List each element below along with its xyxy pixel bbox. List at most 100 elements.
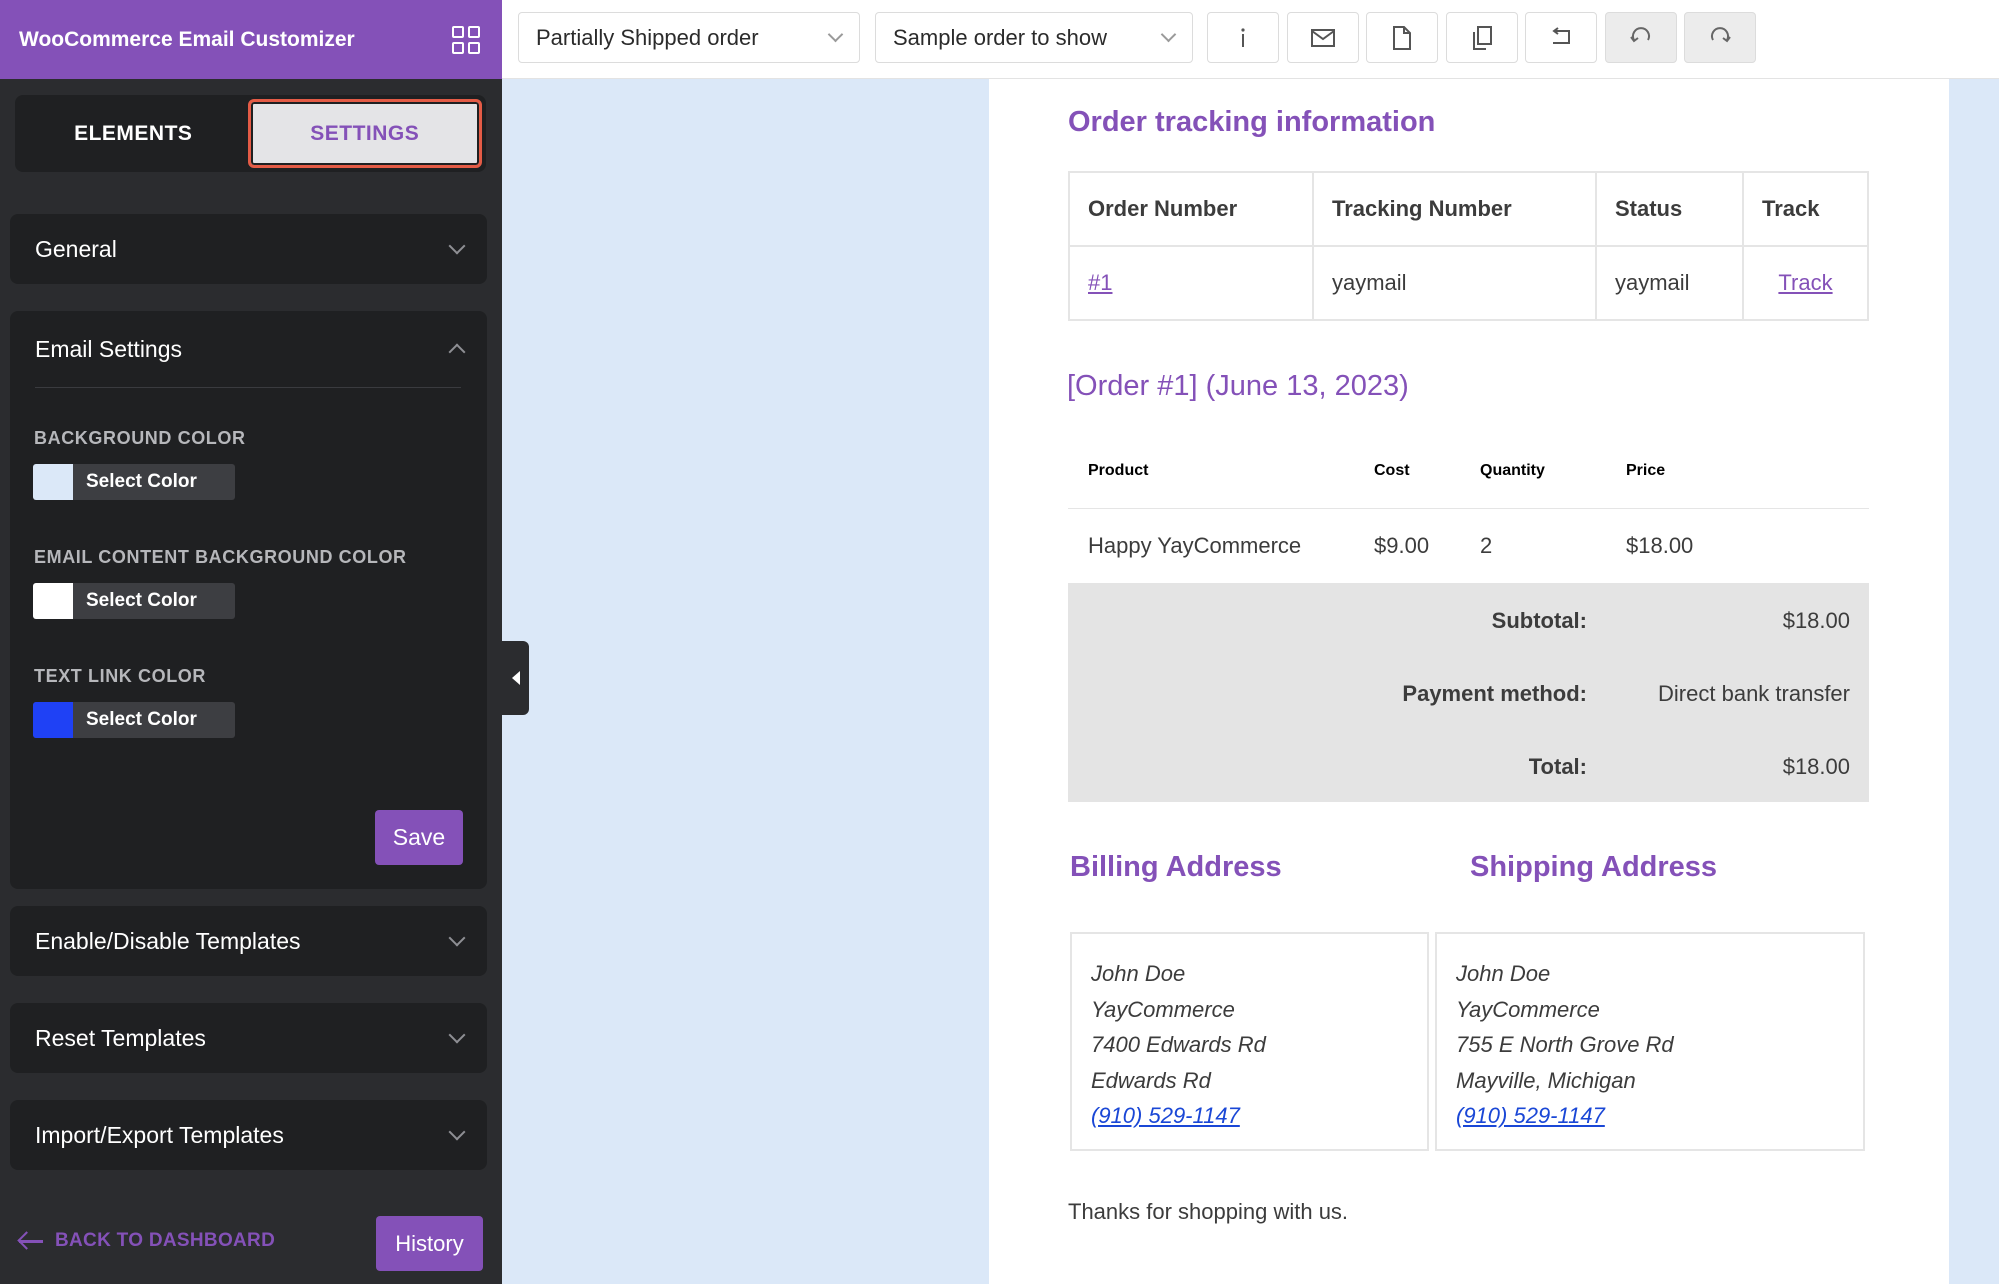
order-title: [Order #1] (June 13, 2023) xyxy=(1067,370,1409,402)
app-title: WooCommerce Email Customizer xyxy=(19,27,355,51)
billing-address: John Doe YayCommerce 7400 Edwards Rd Edw… xyxy=(1070,932,1429,1151)
address-line: John Doe xyxy=(1456,961,1551,986)
tab-settings[interactable]: SETTINGS xyxy=(247,99,482,168)
select-color-label: Select Color xyxy=(86,471,197,492)
accordion-general[interactable]: General xyxy=(10,214,487,284)
column-header: Order Number xyxy=(1068,171,1314,247)
back-to-dashboard-label: BACK TO DASHBOARD xyxy=(55,1230,276,1251)
accordion-header[interactable]: Import/Export Templates xyxy=(10,1100,487,1170)
sidebar-tabs: ELEMENTS SETTINGS xyxy=(15,95,486,172)
copy-icon xyxy=(1473,25,1492,50)
column-header: Status xyxy=(1595,171,1744,247)
content-background-color-picker[interactable]: Select Color xyxy=(33,583,235,619)
tracking-number-cell: yaymail xyxy=(1312,245,1597,321)
chevron-down-icon xyxy=(448,929,466,947)
redo-button[interactable] xyxy=(1605,12,1677,63)
send-email-button[interactable] xyxy=(1287,12,1359,63)
select-color-label: Select Color xyxy=(86,590,197,611)
arrow-left-icon xyxy=(19,1233,43,1249)
redo-icon xyxy=(1630,26,1650,42)
product-name: Happy YayCommerce xyxy=(1088,533,1302,558)
table-row: Happy YayCommerce $9.00 2 $18.00 xyxy=(989,509,1949,583)
text-link-color-picker[interactable]: Select Color xyxy=(33,702,235,738)
chevron-down-icon xyxy=(448,1026,466,1044)
track-link[interactable]: Track xyxy=(1778,270,1832,295)
accordion-title: General xyxy=(35,235,117,262)
shipping-phone-link[interactable]: (910) 529-1147 xyxy=(1456,1103,1605,1128)
accordion-title: Import/Export Templates xyxy=(35,1121,284,1148)
history-button[interactable]: History xyxy=(376,1216,483,1271)
accordion-header[interactable]: Reset Templates xyxy=(10,1003,487,1073)
info-button[interactable] xyxy=(1207,12,1279,63)
grid-icon[interactable] xyxy=(452,25,480,54)
column-header: Tracking Number xyxy=(1312,171,1597,247)
color-swatch[interactable] xyxy=(33,702,73,738)
color-swatch[interactable] xyxy=(33,464,73,500)
template-select-value: Partially Shipped order xyxy=(536,24,759,50)
payment-method-value: Direct bank transfer xyxy=(1658,681,1850,706)
preview-button[interactable] xyxy=(1366,12,1438,63)
save-button[interactable]: Save xyxy=(375,810,463,865)
total-label: Total: xyxy=(1528,754,1587,779)
file-icon xyxy=(1393,25,1411,50)
shipping-address: John Doe YayCommerce 755 E North Grove R… xyxy=(1435,932,1865,1151)
accordion-header[interactable]: General xyxy=(10,214,487,284)
chevron-down-icon xyxy=(448,1123,466,1141)
accordion-header[interactable]: Email Settings xyxy=(10,311,487,387)
thanks-message: Thanks for shopping with us. xyxy=(1068,1199,1349,1224)
accordion-reset[interactable]: Reset Templates xyxy=(10,1003,487,1073)
chevron-down-icon xyxy=(827,26,844,43)
product-price: $18.00 xyxy=(1626,533,1694,558)
color-swatch[interactable] xyxy=(33,583,73,619)
accordion-enable-disable[interactable]: Enable/Disable Templates xyxy=(10,906,487,976)
accordion-import-export[interactable]: Import/Export Templates xyxy=(10,1100,487,1170)
order-number-link[interactable]: #1 xyxy=(1088,270,1112,295)
billing-address-title: Billing Address xyxy=(1070,851,1282,883)
product-header-row: Product Cost Quantity Price xyxy=(989,434,1949,508)
payment-method-label: Payment method: xyxy=(1402,681,1587,706)
subtotal-label: Subtotal: xyxy=(1491,608,1587,633)
billing-phone-link[interactable]: (910) 529-1147 xyxy=(1091,1103,1240,1128)
select-color-label: Select Color xyxy=(86,709,197,730)
total-value: $18.00 xyxy=(1782,754,1850,779)
chevron-up-icon xyxy=(448,343,466,361)
accordion-header[interactable]: Enable/Disable Templates xyxy=(10,906,487,976)
caret-left-icon xyxy=(511,671,520,685)
background-color-label: BACKGROUND COLOR xyxy=(34,428,246,448)
tracking-title: Order tracking information xyxy=(1068,106,1436,138)
redo-alt-button[interactable] xyxy=(1684,12,1756,63)
table-header-row: Order Number Tracking Number Status Trac… xyxy=(1068,171,1869,247)
address-line: 7400 Edwards Rd xyxy=(1091,1032,1266,1057)
divider xyxy=(35,387,461,388)
content-background-color-label: EMAIL CONTENT BACKGROUND COLOR xyxy=(34,547,407,567)
tracking-table: Order Number Tracking Number Status Trac… xyxy=(1068,171,1869,321)
info-icon xyxy=(1241,27,1245,47)
redo-alt-icon xyxy=(1711,26,1731,42)
background-color-picker[interactable]: Select Color xyxy=(33,464,235,500)
accordion-title: Enable/Disable Templates xyxy=(35,927,301,954)
column-header: Cost xyxy=(1374,462,1410,479)
address-line: 755 E North Grove Rd xyxy=(1456,1032,1674,1057)
app-header: WooCommerce Email Customizer xyxy=(0,0,502,79)
order-number-cell: #1 xyxy=(1068,245,1314,321)
sample-order-select[interactable]: Sample order to show xyxy=(875,12,1193,63)
copy-button[interactable] xyxy=(1446,12,1518,63)
accordion-title: Reset Templates xyxy=(35,1024,206,1051)
track-cell: Track xyxy=(1742,245,1869,321)
accordion-email-settings: Email Settings BACKGROUND COLOR Select C… xyxy=(10,311,487,889)
toolbar: Partially Shipped order Sample order to … xyxy=(502,0,1999,79)
collapse-sidebar-button[interactable] xyxy=(502,641,529,715)
column-header: Price xyxy=(1626,462,1666,479)
back-to-dashboard-link[interactable]: BACK TO DASHBOARD xyxy=(19,1230,275,1252)
column-header: Track xyxy=(1742,171,1869,247)
tab-elements[interactable]: ELEMENTS xyxy=(19,99,248,168)
address-line: Edwards Rd xyxy=(1091,1067,1211,1093)
template-select[interactable]: Partially Shipped order xyxy=(518,12,860,63)
chevron-down-icon xyxy=(1160,26,1177,43)
undo-button[interactable] xyxy=(1525,12,1597,63)
product-cost: $9.00 xyxy=(1374,533,1430,558)
status-cell: yaymail xyxy=(1595,245,1744,321)
mail-icon xyxy=(1311,28,1335,47)
accordion-title: Email Settings xyxy=(35,335,183,362)
email-preview: Order tracking information Order Number … xyxy=(989,79,1949,1284)
